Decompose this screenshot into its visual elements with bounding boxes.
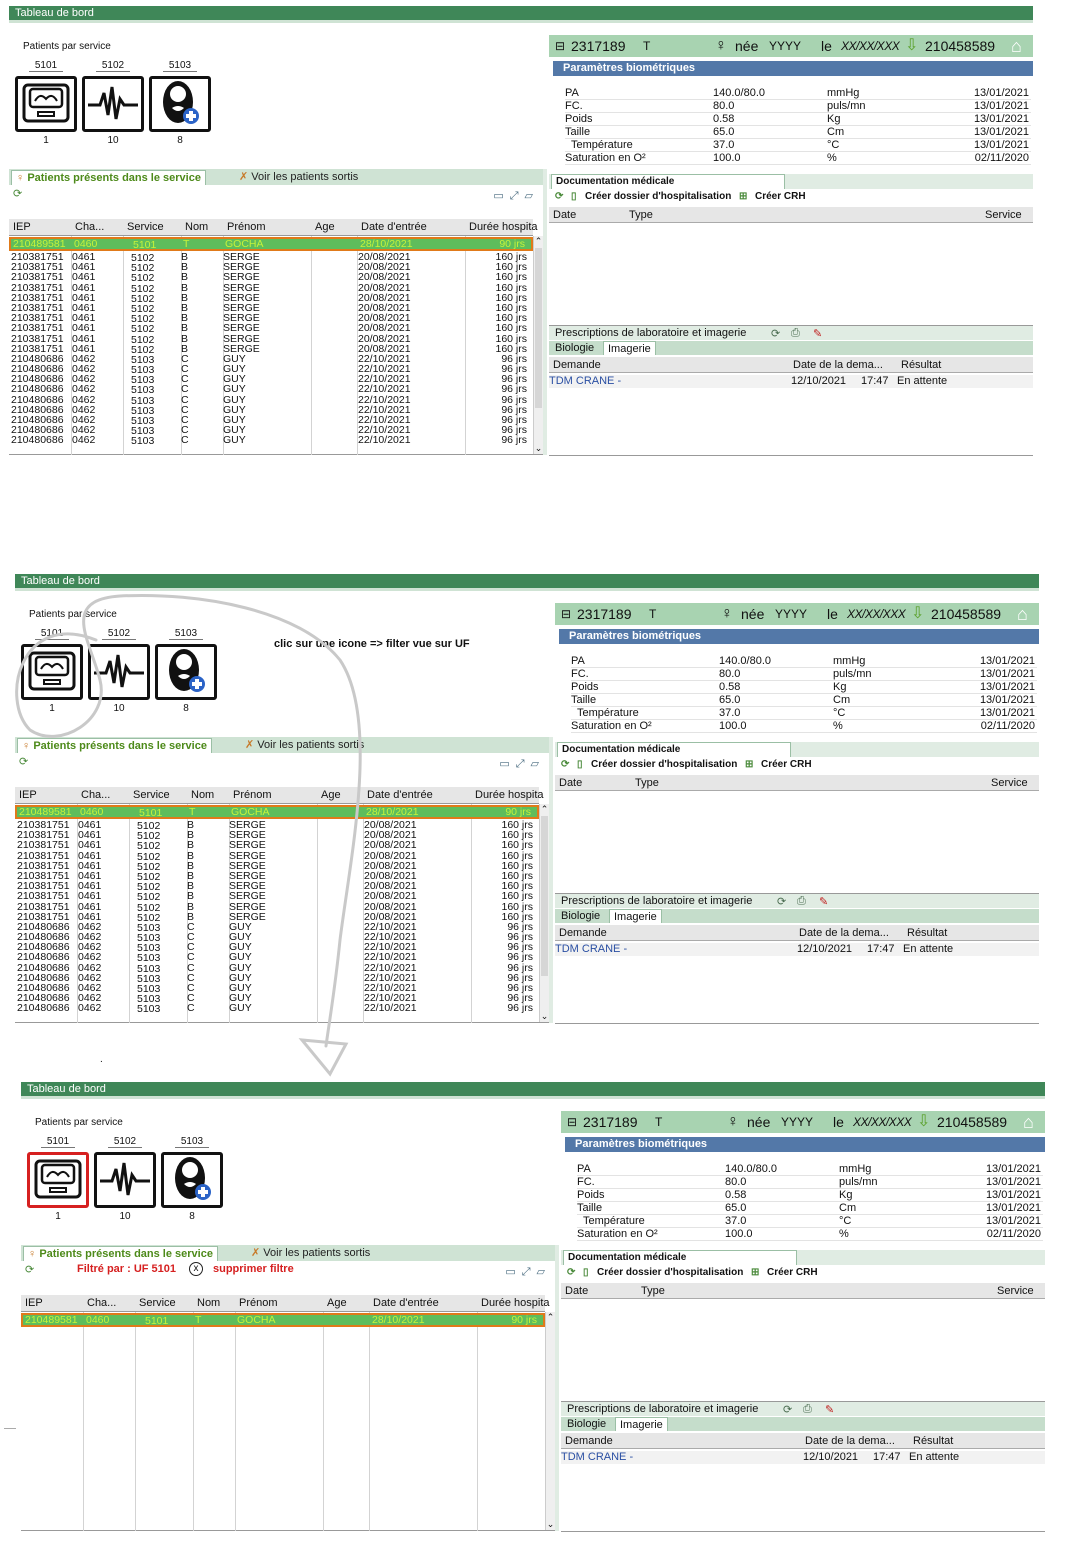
arrow-annotation: [15, 594, 362, 1077]
